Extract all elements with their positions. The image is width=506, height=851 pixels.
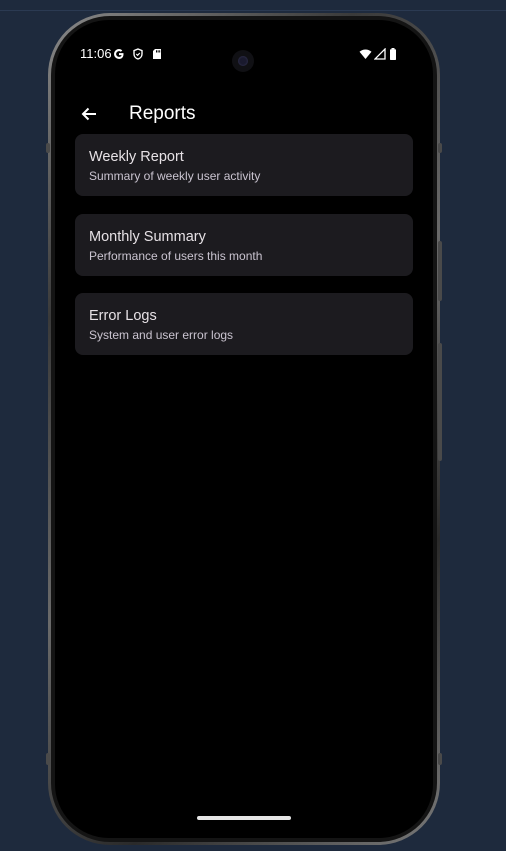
page-title: Reports: [129, 103, 196, 124]
power-button: [438, 343, 442, 461]
volume-button: [438, 241, 442, 301]
phone-screen: 11:06 Reports Weekly Report Summary of w…: [55, 20, 433, 838]
status-time: 11:06: [80, 46, 112, 61]
google-g-icon: [113, 47, 125, 59]
sd-card-icon: [151, 47, 163, 59]
arrow-left-icon: [75, 107, 103, 132]
side-button: [438, 753, 442, 765]
back-button[interactable]: [75, 100, 103, 128]
report-subtitle: Summary of weekly user activity: [89, 169, 261, 183]
side-button: [46, 143, 50, 153]
front-camera: [232, 50, 254, 72]
report-subtitle: System and user error logs: [89, 328, 234, 342]
report-subtitle: Performance of users this month: [89, 249, 263, 263]
wifi-icon: [359, 47, 372, 59]
report-item-monthly[interactable]: Monthly Summary Performance of users thi…: [75, 214, 413, 276]
shield-icon: [132, 47, 144, 60]
report-item-error-logs[interactable]: Error Logs System and user error logs: [75, 293, 413, 355]
report-title: Monthly Summary: [89, 229, 206, 245]
home-gesture-bar[interactable]: [197, 816, 291, 820]
report-title: Error Logs: [89, 308, 157, 324]
side-button: [438, 143, 442, 153]
battery-icon: [389, 47, 401, 60]
report-title: Weekly Report: [89, 149, 184, 165]
phone-frame: 11:06 Reports Weekly Report Summary of w…: [46, 13, 442, 845]
top-divider: [0, 10, 506, 11]
signal-icon: [373, 47, 386, 60]
side-button: [46, 753, 50, 765]
report-item-weekly[interactable]: Weekly Report Summary of weekly user act…: [75, 134, 413, 196]
